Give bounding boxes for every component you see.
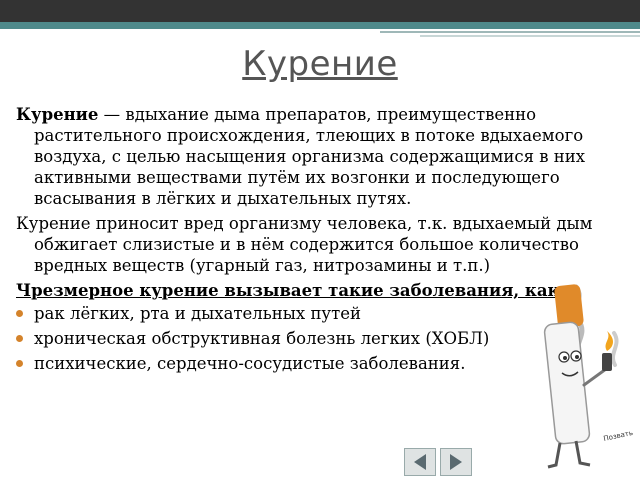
- bullet-dot-icon: [16, 360, 23, 367]
- definition-term: Курение: [16, 105, 99, 124]
- definition-text: — вдыхание дыма препаратов, преимуществе…: [34, 105, 586, 208]
- cigarette-cartoon-image: Позвать Кашля!: [543, 284, 635, 469]
- arrow-right-icon: [450, 454, 462, 470]
- accent-bar: [0, 22, 640, 29]
- top-decorative-bar: [0, 0, 640, 22]
- illustration-caption: Позвать Кашля!: [603, 423, 635, 443]
- decorative-line: [380, 31, 640, 33]
- previous-slide-button[interactable]: [404, 448, 436, 476]
- bullet-dot-icon: [16, 335, 23, 342]
- decorative-line: [420, 35, 640, 37]
- bullet-dot-icon: [16, 310, 23, 317]
- next-slide-button[interactable]: [440, 448, 472, 476]
- arrow-left-icon: [414, 454, 426, 470]
- slide-title: Курение: [242, 44, 398, 84]
- slide-navigation: [404, 448, 476, 478]
- definition-paragraph: Курение — вдыхание дыма препаратов, преи…: [16, 104, 628, 209]
